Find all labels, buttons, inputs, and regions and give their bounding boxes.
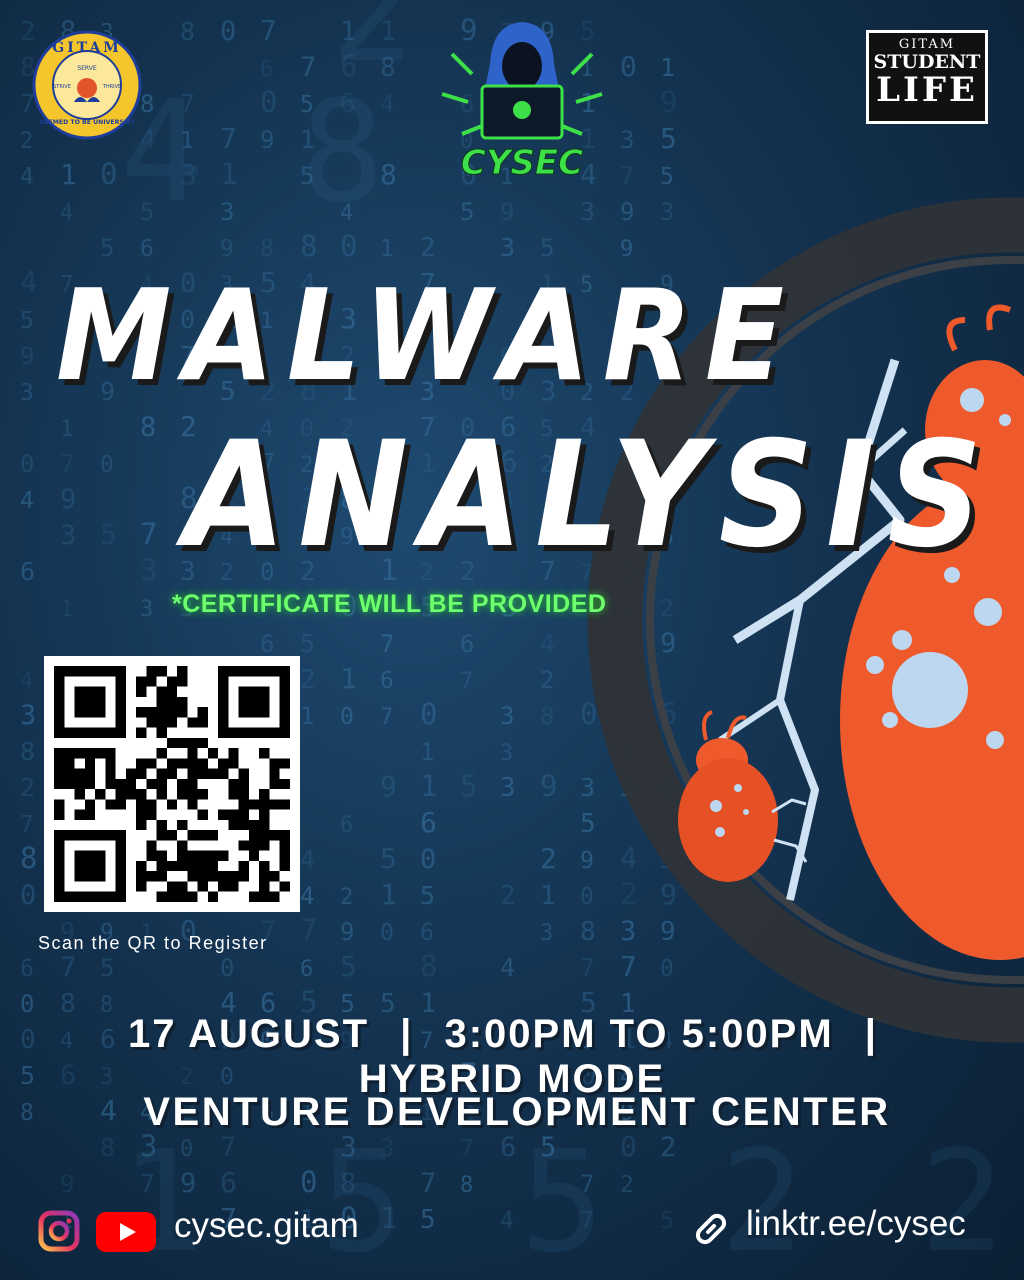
linktree-url[interactable]: linktr.ee/cysec bbox=[746, 1204, 966, 1244]
youtube-icon[interactable] bbox=[96, 1212, 156, 1252]
event-details: 17 AUGUST | 3:00PM TO 5:00PM | HYBRID MO… bbox=[0, 1012, 1024, 1102]
gitam-logo-subtitle: DEEMED TO BE UNIVERSITY bbox=[39, 119, 135, 126]
gitam-motto-strive: STRIVE bbox=[53, 84, 71, 90]
link-icon bbox=[695, 1213, 727, 1245]
cysec-logo-text: CYSEC bbox=[461, 143, 583, 183]
event-date: 17 AUGUST bbox=[128, 1012, 370, 1056]
gitam-motto-serve: SERVE bbox=[77, 65, 97, 72]
certificate-note: *CERTIFICATE WILL BE PROVIDED bbox=[172, 590, 607, 618]
small-bug bbox=[678, 710, 808, 882]
title-line-2: ANALYSIS bbox=[184, 410, 995, 580]
gitam-motto-thrive: THRIVE bbox=[102, 84, 121, 90]
student-life-life: LIFE bbox=[876, 70, 978, 110]
instagram-icon[interactable] bbox=[38, 1210, 80, 1252]
student-life-student: STUDENT bbox=[873, 51, 981, 73]
gitam-logo: GITAM SERVE STRIVE THRIVE DEEMED TO BE U… bbox=[32, 30, 142, 140]
poster: 2872445930464382780600588014717931519876… bbox=[0, 0, 1024, 1280]
registration-qr-code[interactable] bbox=[44, 656, 300, 912]
student-life-gitam: GITAM bbox=[898, 37, 956, 52]
event-separator-1: | bbox=[400, 1012, 414, 1056]
student-life-logo: GITAM STUDENT LIFE bbox=[866, 30, 988, 124]
event-separator-2: | bbox=[864, 1012, 878, 1056]
event-venue: VENTURE DEVELOPMENT CENTER bbox=[143, 1090, 891, 1134]
event-time: 3:00PM TO 5:00PM bbox=[444, 1012, 834, 1056]
social-handle[interactable]: cysec.gitam bbox=[174, 1206, 359, 1246]
qr-caption: Scan the QR to Register bbox=[38, 933, 268, 953]
big-bug bbox=[840, 304, 1024, 960]
cysec-logo: CYSEC bbox=[441, 22, 603, 184]
title-line-1: MALWARE bbox=[56, 262, 797, 409]
gitam-logo-title: GITAM bbox=[52, 40, 122, 56]
